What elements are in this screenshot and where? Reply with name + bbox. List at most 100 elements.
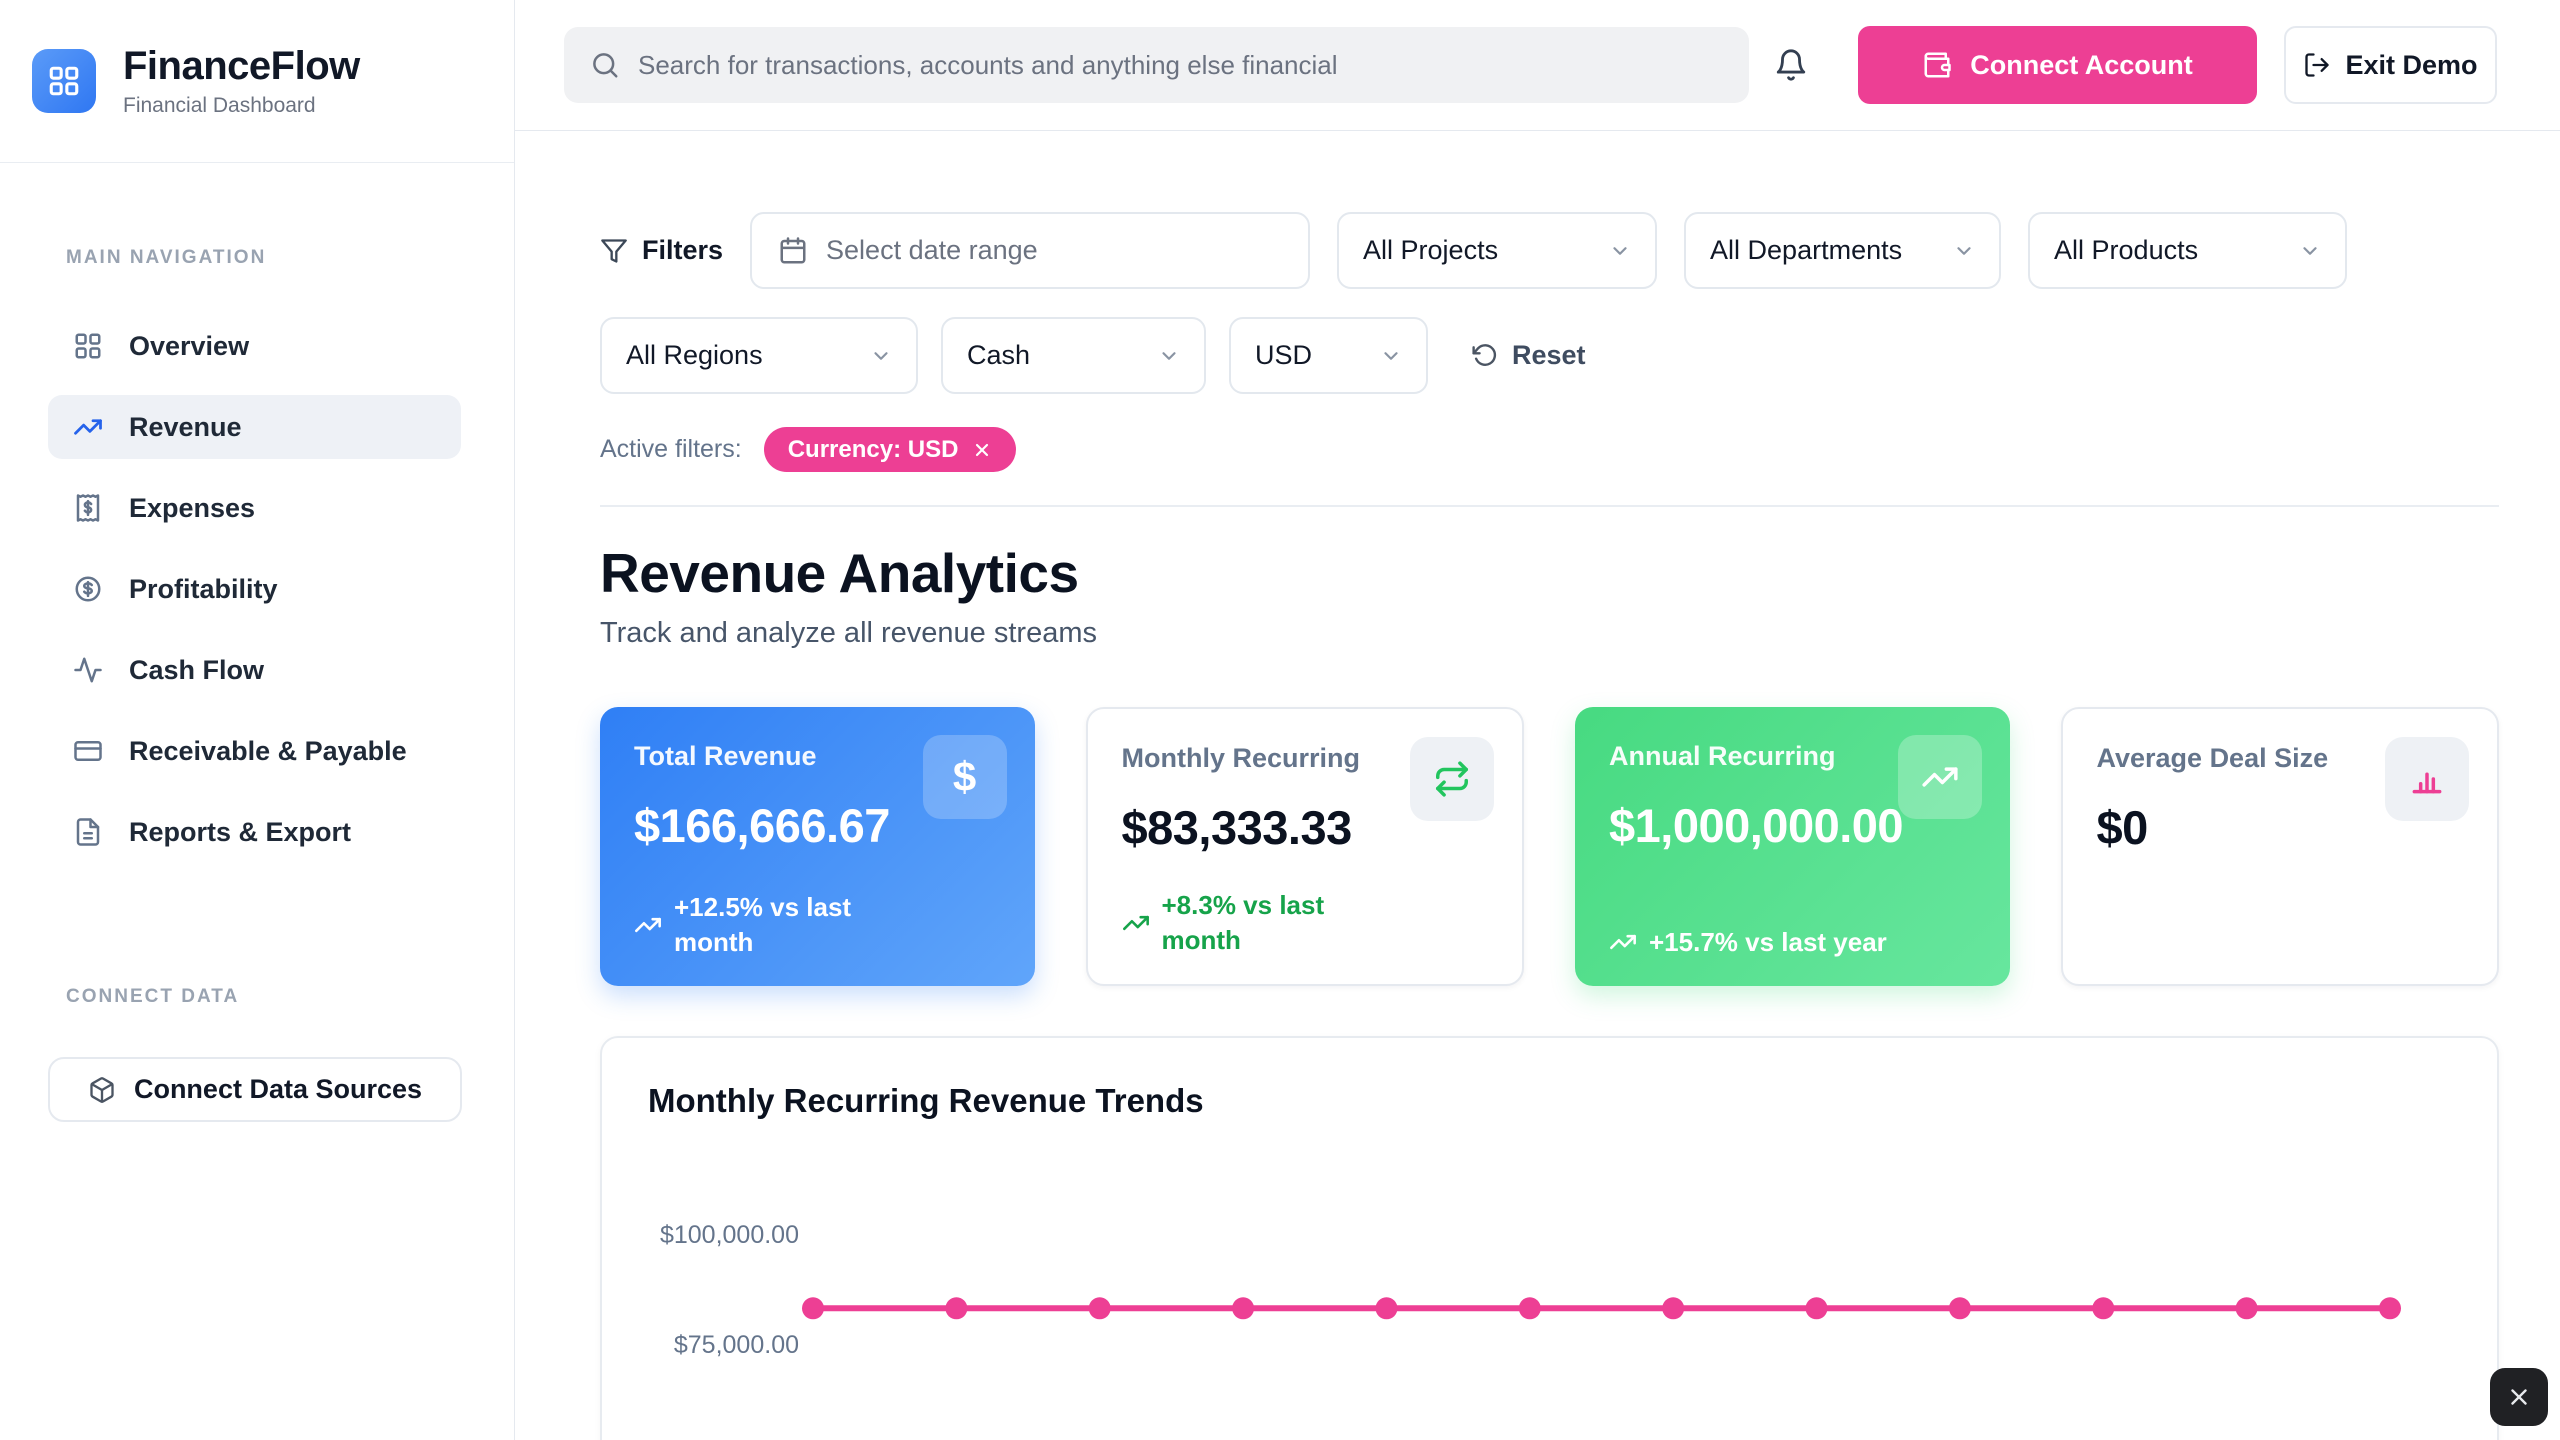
active-filters-label: Active filters: [600,435,742,464]
kpi-delta-text: +12.5% vs last month [674,890,914,960]
nav-list: Overview Revenue Expenses Profitability … [48,314,461,864]
trending-up-icon [1122,909,1150,937]
departments-select[interactable]: All Departments [1684,212,2001,289]
filters-label-group: Filters [600,235,723,266]
kpi-icon-box [1410,737,1494,821]
chart-point [2379,1297,2401,1319]
chart-point [2092,1297,2114,1319]
sidebar-item-label: Overview [129,331,249,362]
section-divider [600,505,2499,507]
chart-point [1089,1297,1111,1319]
file-text-icon [73,817,103,847]
reset-filters-button[interactable]: Reset [1472,340,1586,371]
products-select-value: All Products [2054,235,2198,266]
date-range-input[interactable] [826,235,1282,266]
bar-chart-icon [2408,760,2446,798]
main-area: Connect Account Exit Demo Filters All [515,0,2560,1440]
active-filters-row: Active filters: Currency: USD [600,427,2499,472]
app-tagline: Financial Dashboard [123,94,360,118]
logout-icon [2303,51,2331,79]
sidebar-item-label: Profitability [129,574,278,605]
kpi-delta: +15.7% vs last year [1609,925,1887,960]
layout-grid-icon [73,331,103,361]
search-icon [590,50,620,80]
chevron-down-icon [1158,345,1180,367]
payment-type-select[interactable]: Cash [941,317,1206,394]
page-title: Revenue Analytics [600,537,2499,609]
chart-point [1806,1297,1828,1319]
kpi-delta: +8.3% vs last month [1122,888,1402,958]
kpi-delta-text: +15.7% vs last year [1649,925,1887,960]
x-icon[interactable] [972,440,992,460]
kpi-icon-box [1898,735,1982,819]
app-root: FinanceFlow Financial Dashboard MAIN NAV… [0,0,2560,1440]
filters-row-2: All Regions Cash USD Reset [600,317,2499,394]
credit-card-icon [73,736,103,766]
chart-point [1232,1297,1254,1319]
filters-label: Filters [642,235,723,266]
chevron-down-icon [1609,240,1631,262]
kpi-card-monthly-recurring: Monthly Recurring $83,333.33 +8.3% vs la… [1086,707,1525,986]
sidebar-item-expenses[interactable]: Expenses [48,476,461,540]
regions-select[interactable]: All Regions [600,317,918,394]
sidebar-item-reports-export[interactable]: Reports & Export [48,800,461,864]
revenue-trend-svg [602,1038,2496,1440]
exit-demo-label: Exit Demo [2345,50,2477,81]
x-icon [2506,1384,2532,1410]
products-select[interactable]: All Products [2028,212,2347,289]
chart-point [1662,1297,1684,1319]
calendar-icon [778,236,808,266]
exit-demo-button[interactable]: Exit Demo [2284,26,2497,104]
trending-up-icon [1921,758,1959,796]
nav-section-heading: MAIN NAVIGATION [66,247,461,269]
mrr-trends-chart-card: Monthly Recurring Revenue Trends $100,00… [600,1036,2499,1440]
dollar-circle-icon [73,574,103,604]
receipt-icon [73,493,103,523]
rotate-ccw-icon [1472,343,1498,369]
date-range-field [750,212,1310,289]
funnel-icon [600,237,628,265]
chart-point [1949,1297,1971,1319]
connect-account-label: Connect Account [1970,50,2193,81]
content: Filters All Projects All Departments All… [515,131,2560,1440]
sidebar-item-overview[interactable]: Overview [48,314,461,378]
kpi-icon-box [2385,737,2469,821]
chart-point [1519,1297,1541,1319]
overlay-close-button[interactable] [2490,1368,2548,1426]
brand-text: FinanceFlow Financial Dashboard [123,44,360,118]
kpi-delta-text: +8.3% vs last month [1162,888,1402,958]
kpi-icon-box: $ [923,735,1007,819]
sidebar-item-revenue[interactable]: Revenue [48,395,461,459]
chevron-down-icon [2299,240,2321,262]
sidebar-item-receivable-payable[interactable]: Receivable & Payable [48,719,461,783]
sidebar-nav: MAIN NAVIGATION Overview Revenue Expense… [0,163,514,1122]
chart-point [1376,1297,1398,1319]
active-filter-chip-currency[interactable]: Currency: USD [764,427,1017,472]
connect-data-sources-button[interactable]: Connect Data Sources [48,1057,462,1122]
sidebar: FinanceFlow Financial Dashboard MAIN NAV… [0,0,515,1440]
chart-point [2236,1297,2258,1319]
projects-select[interactable]: All Projects [1337,212,1657,289]
currency-select[interactable]: USD [1229,317,1428,394]
notifications-button[interactable] [1774,48,1808,82]
connect-account-button[interactable]: Connect Account [1858,26,2257,104]
sidebar-item-cash-flow[interactable]: Cash Flow [48,638,461,702]
sidebar-item-label: Expenses [129,493,255,524]
chart-point [802,1297,824,1319]
sidebar-item-label: Cash Flow [129,655,264,686]
trending-up-icon [1609,928,1637,956]
reset-label: Reset [1512,340,1586,371]
connect-section-heading: CONNECT DATA [66,986,461,1008]
page-subtitle: Track and analyze all revenue streams [600,615,2499,651]
search-input[interactable] [638,50,1723,81]
repeat-icon [1433,760,1471,798]
package-icon [88,1076,116,1104]
payment-type-select-value: Cash [967,340,1030,371]
bell-icon [1774,48,1808,82]
kpi-card-average-deal-size: Average Deal Size $0 [2061,707,2500,986]
top-header: Connect Account Exit Demo [515,0,2560,131]
trending-up-icon [634,911,662,939]
sidebar-item-profitability[interactable]: Profitability [48,557,461,621]
chevron-down-icon [870,345,892,367]
brand: FinanceFlow Financial Dashboard [0,0,514,163]
